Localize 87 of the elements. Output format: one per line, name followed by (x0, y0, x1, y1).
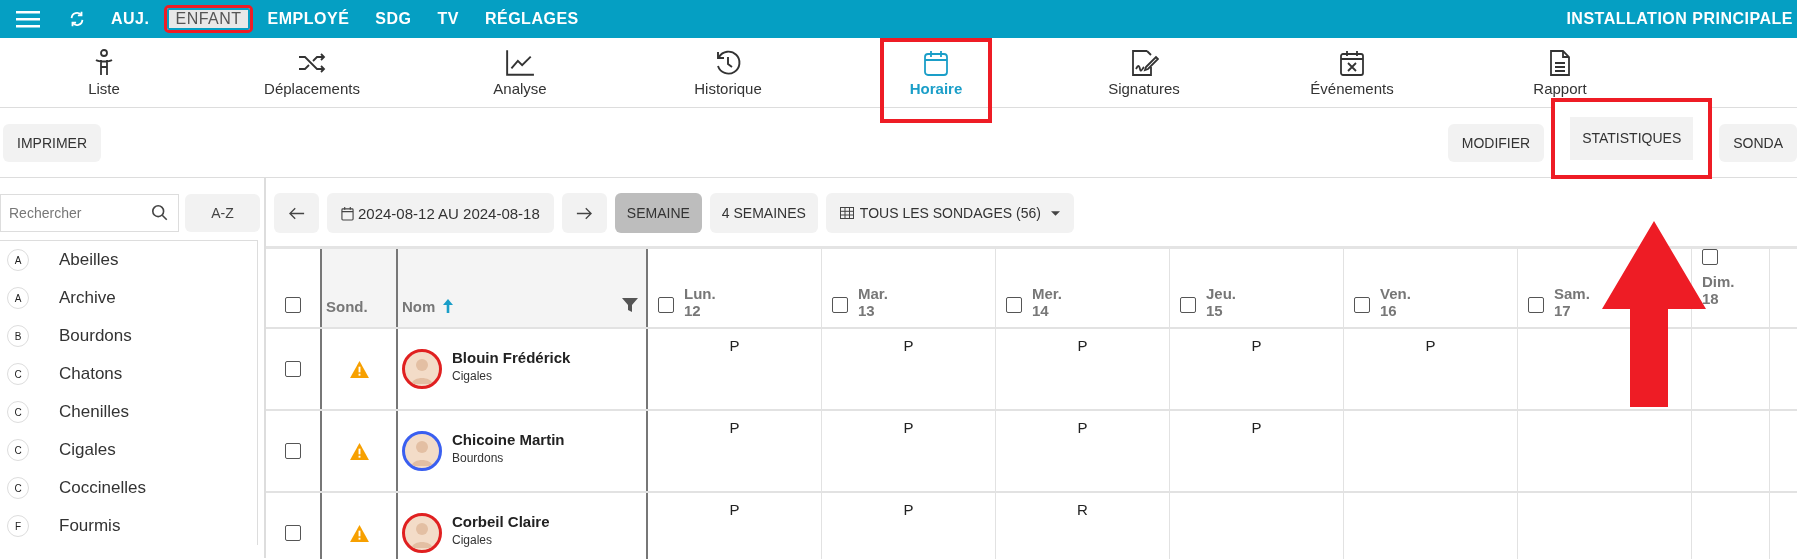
search-field[interactable]: Rechercher (0, 194, 179, 232)
checkbox[interactable] (658, 297, 674, 313)
group-name[interactable]: Chenilles (59, 402, 129, 422)
column-header[interactable]: Nom (402, 298, 436, 315)
calendar-icon (921, 49, 951, 77)
action-button[interactable]: STATISTIQUES (1551, 97, 1713, 179)
nav-tab[interactable]: Signatures (1088, 38, 1200, 108)
child-name[interactable]: Chicoine Martin (452, 431, 565, 448)
checkbox[interactable] (1180, 297, 1196, 313)
group-name[interactable]: Abeilles (59, 250, 119, 270)
checkbox[interactable] (285, 361, 301, 377)
refresh-icon[interactable] (68, 10, 86, 28)
filter-icon[interactable] (622, 297, 638, 313)
nav-tab[interactable]: Analyse (473, 38, 567, 108)
group-name[interactable]: Archive (59, 288, 116, 308)
signed-document-icon (1129, 49, 1159, 77)
checkbox[interactable] (1528, 297, 1544, 313)
group-label: Bourdons (452, 451, 505, 465)
schedule-code: P (1077, 337, 1088, 356)
group-name[interactable]: Coccinelles (59, 478, 146, 498)
schedule-code: P (1251, 419, 1262, 438)
schedule-code: P (903, 501, 914, 520)
schedule-code: P (1425, 337, 1436, 356)
day-date: 17 (1554, 301, 1572, 319)
group-label: Cigales (452, 533, 494, 547)
day-name: Jeu. (1206, 284, 1236, 302)
date-range-text: 2024-08-12 AU 2024-08-18 (358, 204, 540, 222)
location-label: INSTALLATION PRINCIPALE (1566, 10, 1793, 28)
action-button[interactable]: SONDA (1719, 123, 1797, 162)
checkbox[interactable] (285, 443, 301, 459)
day-name: Sam. (1554, 284, 1590, 302)
filter-label: TOUS LES SONDAGES (56) (859, 205, 1041, 221)
sort-up-icon[interactable] (443, 299, 454, 313)
group-name[interactable]: Fourmis (59, 516, 121, 536)
day-date: 14 (1032, 301, 1050, 319)
action-button[interactable]: MODIFIER (1447, 123, 1545, 162)
line-chart-icon (505, 49, 535, 77)
search-icon (151, 204, 169, 222)
checkbox[interactable] (1702, 249, 1718, 265)
column-header: Sond. (326, 298, 368, 315)
group-name[interactable]: Bourdons (59, 326, 132, 346)
day-name: Ven. (1380, 284, 1411, 302)
day-date: 18 (1702, 290, 1720, 308)
survey-filter-dropdown[interactable]: TOUS LES SONDAGES (56) (825, 193, 1074, 233)
checkbox[interactable] (285, 297, 301, 313)
schedule-code: P (903, 419, 914, 438)
left-arrow-icon (288, 206, 305, 220)
schedule-code: P (729, 337, 740, 356)
checkbox[interactable] (1006, 297, 1022, 313)
checkbox[interactable] (1354, 297, 1370, 313)
day-name: Dim. (1702, 273, 1735, 291)
group-label: Cigales (452, 369, 494, 383)
caret-icon (1050, 210, 1060, 216)
calendar-cancel-icon (1337, 49, 1367, 77)
schedule-code: P (729, 419, 740, 438)
view-button[interactable]: SEMAINE (614, 193, 702, 233)
day-date: 13 (858, 301, 876, 319)
schedule-code: P (1251, 337, 1262, 356)
print-button[interactable]: IMPRIMER (3, 123, 101, 162)
day-name: Lun. (684, 284, 716, 302)
view-button[interactable]: 4 SEMAINES (709, 193, 818, 233)
schedule-code: P (729, 501, 740, 520)
day-date: 12 (684, 301, 702, 319)
child-name[interactable]: Blouin Frédérick (452, 349, 571, 366)
schedule-code: P (903, 337, 914, 356)
nav-tab[interactable]: Historique (674, 38, 782, 108)
day-name: Mar. (858, 284, 888, 302)
nav-tab[interactable]: Déplacements (244, 38, 380, 108)
group-name[interactable]: Chatons (59, 364, 123, 384)
calendar-icon (341, 205, 354, 221)
day-date: 15 (1206, 301, 1224, 319)
day-name: Mer. (1032, 284, 1062, 302)
top-menu-item[interactable]: ENFANT (164, 5, 253, 33)
date-range-button[interactable]: 2024-08-12 AU 2024-08-18 (327, 193, 554, 233)
schedule-code: R (1077, 501, 1088, 520)
nav-tab[interactable]: Liste (68, 38, 140, 108)
schedule-code: P (1077, 419, 1088, 438)
checkbox[interactable] (832, 297, 848, 313)
table-icon (839, 207, 854, 219)
day-date: 16 (1380, 301, 1398, 319)
nav-tab[interactable]: Événements (1290, 38, 1414, 108)
right-arrow-icon (576, 206, 593, 220)
group-name[interactable]: Cigales (59, 440, 116, 460)
menu-icon[interactable] (16, 10, 40, 28)
sort-button[interactable]: A-Z (185, 194, 260, 232)
child-name[interactable]: Corbeil Claire (452, 513, 550, 530)
checkbox[interactable] (285, 525, 301, 541)
